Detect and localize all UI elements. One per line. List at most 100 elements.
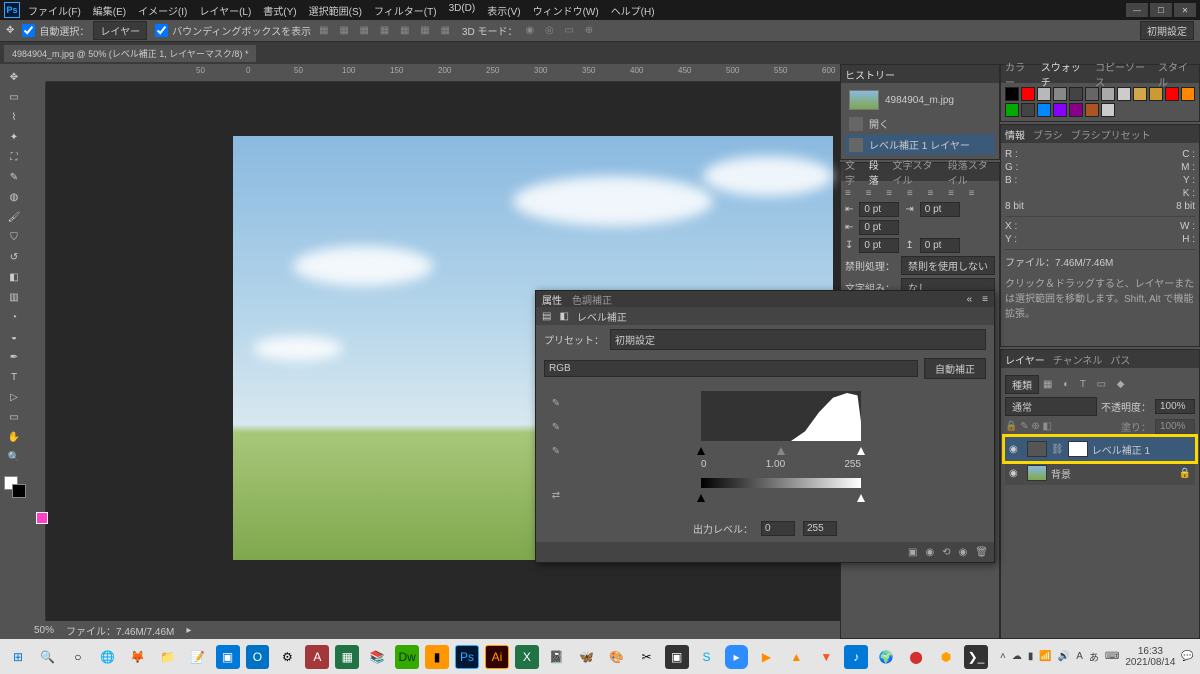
ime-a-icon[interactable]: A — [1076, 651, 1083, 662]
menu-view[interactable]: 表示(V) — [487, 3, 520, 18]
search-icon[interactable]: 🔍 — [36, 645, 60, 669]
char-tab[interactable]: 文字 — [845, 157, 861, 187]
pen-tool[interactable]: ✒ — [2, 348, 26, 366]
eraser-tool[interactable]: ◧ — [2, 268, 26, 286]
swatch[interactable] — [1069, 103, 1083, 117]
input-gamma[interactable]: 1.00 — [766, 459, 785, 470]
volume-icon[interactable]: 🔊 — [1058, 651, 1070, 662]
targeted-adjust-icon[interactable]: ⇄ — [548, 487, 564, 503]
lasso-tool[interactable]: ⌇ — [2, 108, 26, 126]
photoshop-icon[interactable]: Ps — [455, 645, 479, 669]
output-sliders[interactable] — [701, 492, 861, 502]
dodge-tool[interactable]: ◒ — [2, 328, 26, 346]
swatch[interactable] — [1085, 87, 1099, 101]
swatch[interactable] — [1165, 87, 1179, 101]
skype-icon[interactable]: S — [695, 645, 719, 669]
history-tab[interactable]: ヒストリー — [845, 67, 895, 82]
excel-related-icon[interactable]: ▦ — [335, 645, 359, 669]
color-swatches[interactable] — [2, 474, 26, 500]
outlook-icon[interactable]: O — [246, 645, 270, 669]
brave-icon[interactable]: ▼ — [814, 645, 838, 669]
space-after[interactable] — [920, 238, 960, 253]
gradient-tool[interactable]: ▥ — [2, 288, 26, 306]
clip-icon[interactable]: ▣ — [908, 547, 917, 558]
visibility-icon[interactable]: ◉ — [959, 547, 968, 558]
menu-layer[interactable]: レイヤー(L) — [199, 3, 251, 18]
layer-background[interactable]: ◉ 背景 🔒 — [1005, 461, 1195, 485]
swatch[interactable] — [1037, 87, 1051, 101]
workspace-dropdown[interactable]: 初期設定 — [1140, 21, 1194, 40]
properties-titlebar[interactable]: 属性 色調補正 « ≡ — [536, 291, 994, 307]
input-white[interactable]: 255 — [844, 459, 861, 470]
document-tab[interactable]: 4984904_m.jpg @ 50% (レベル補正 1, レイヤーマスク/8)… — [4, 45, 256, 62]
hand-tool[interactable]: ✋ — [2, 428, 26, 446]
collapse-icon[interactable]: « — [967, 294, 973, 305]
channel-dropdown[interactable]: RGB — [544, 360, 918, 377]
butterfly-icon[interactable]: 🦋 — [575, 645, 599, 669]
notepad-icon[interactable]: 📝 — [186, 645, 210, 669]
wand-tool[interactable]: ✦ — [2, 128, 26, 146]
shape-tool[interactable]: ▭ — [2, 408, 26, 426]
swatch[interactable] — [1037, 103, 1051, 117]
input-sliders[interactable] — [701, 445, 861, 455]
visibility-icon[interactable]: ◉ — [1009, 468, 1023, 479]
swatch[interactable] — [1005, 87, 1019, 101]
kinsoku-dropdown[interactable]: 禁則を使用しない — [901, 256, 995, 275]
crop-tool[interactable]: ⛶ — [2, 148, 26, 166]
music-icon[interactable]: ♪ — [844, 645, 868, 669]
sublime-icon[interactable]: ▮ — [425, 645, 449, 669]
color-tab[interactable]: カラー — [1005, 59, 1033, 89]
show-bounds-check[interactable] — [155, 24, 168, 37]
start-button[interactable]: ⊞ — [6, 645, 30, 669]
eyedropper-tool[interactable]: ✎ — [2, 168, 26, 186]
para-style-tab[interactable]: 段落スタイル — [948, 157, 995, 187]
first-line[interactable] — [859, 220, 899, 235]
paths-tab[interactable]: パス — [1110, 352, 1130, 367]
menu-filter[interactable]: フィルター(T) — [374, 3, 437, 18]
white-eyedropper[interactable]: ✎ — [548, 443, 564, 459]
properties-panel[interactable]: 属性 色調補正 « ≡ ▤ ◧ レベル補正 プリセット： 初期設定 RGB 自動… — [535, 290, 995, 563]
align-buttons[interactable]: ≡ ≡ ≡ ≡ ≡ ≡ ≡ — [845, 188, 995, 199]
illustrator-icon[interactable]: Ai — [485, 645, 509, 669]
info-tab[interactable]: 情報 — [1005, 127, 1025, 142]
swatch[interactable] — [1133, 87, 1147, 101]
menu-select[interactable]: 選択範囲(S) — [309, 3, 362, 18]
history-brush-tool[interactable]: ↺ — [2, 248, 26, 266]
menu-image[interactable]: イメージ(I) — [138, 3, 187, 18]
auto-select-dropdown[interactable]: レイヤー — [93, 21, 147, 40]
media-icon[interactable]: ▶ — [754, 645, 778, 669]
visibility-icon[interactable]: ◉ — [1009, 444, 1023, 455]
cortana-icon[interactable]: ○ — [66, 645, 90, 669]
history-step[interactable]: レベル補正 1 レイヤー — [845, 134, 995, 155]
terminal-icon[interactable]: ❯_ — [964, 645, 988, 669]
mask-icon[interactable]: ◧ — [559, 311, 568, 322]
gamma-slider[interactable] — [777, 447, 785, 455]
out-black-slider[interactable] — [697, 494, 705, 502]
ime-kana-icon[interactable]: あ — [1089, 649, 1099, 664]
menu-type[interactable]: 書式(Y) — [263, 3, 296, 18]
copy-source-tab[interactable]: コピーソース — [1095, 59, 1150, 89]
move-tool[interactable]: ✥ — [2, 68, 26, 86]
hive-icon[interactable]: ⬢ — [934, 645, 958, 669]
wifi-icon[interactable]: 📶 — [1039, 651, 1051, 662]
menu-icon[interactable]: ≡ — [982, 294, 988, 305]
maximize-button[interactable]: ☐ — [1150, 3, 1172, 17]
swatch[interactable] — [1053, 103, 1067, 117]
swatch[interactable] — [1149, 87, 1163, 101]
zoom-icon[interactable]: ▸ — [725, 645, 749, 669]
brush-preset-tab[interactable]: ブラシプリセット — [1071, 127, 1151, 142]
obs-icon[interactable]: ▣ — [665, 645, 689, 669]
reset-icon[interactable]: ⟲ — [942, 547, 950, 558]
history-step[interactable]: 開く — [845, 113, 995, 134]
tray-up-icon[interactable]: ˄ — [1000, 651, 1006, 662]
history-source[interactable]: 4984904_m.jpg — [845, 87, 995, 113]
onenote-icon[interactable]: 📓 — [545, 645, 569, 669]
show-bounds[interactable]: バウンディングボックスを表示 — [155, 23, 311, 38]
menu-file[interactable]: ファイル(F) — [28, 3, 81, 18]
settings-icon[interactable]: ⚙ — [275, 645, 299, 669]
indent-right[interactable] — [920, 202, 960, 217]
blend-mode[interactable]: 通常 — [1005, 397, 1097, 416]
char-style-tab[interactable]: 文字スタイル — [893, 157, 940, 187]
marquee-tool[interactable]: ▭ — [2, 88, 26, 106]
path-tool[interactable]: ▷ — [2, 388, 26, 406]
